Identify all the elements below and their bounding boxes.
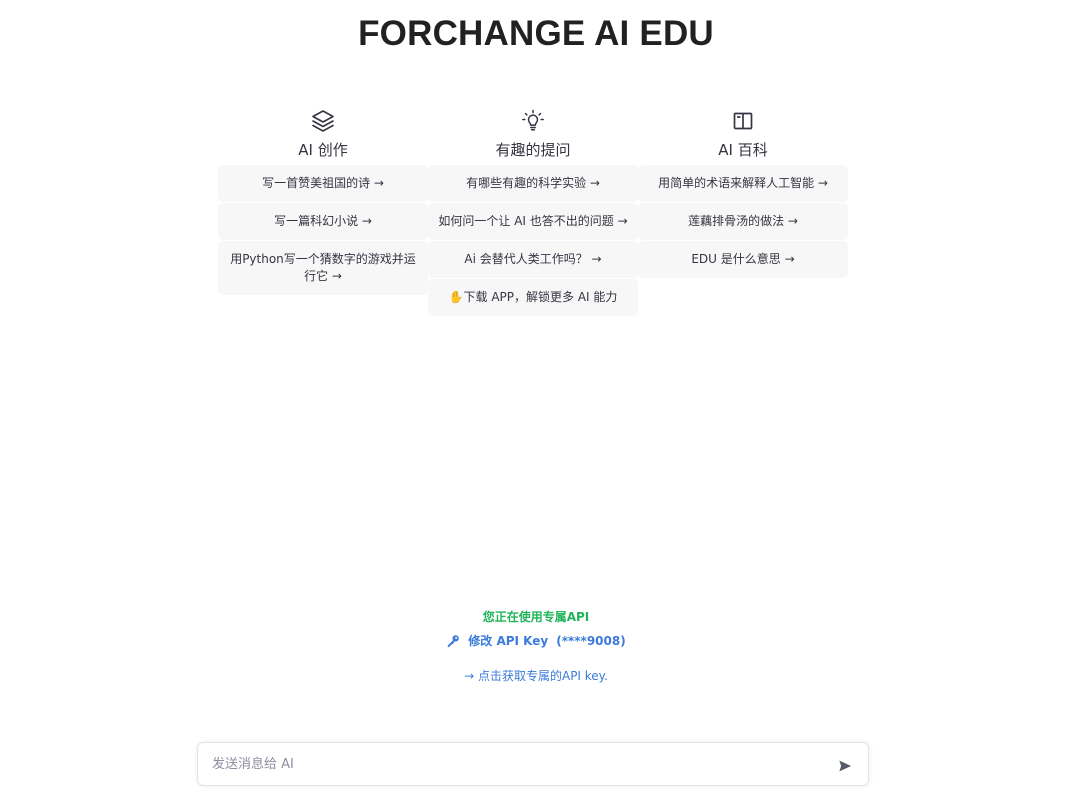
key-icon [446, 634, 460, 648]
send-icon [838, 759, 852, 773]
prompt-label: Ai 会替代人类工作吗？ → [464, 252, 602, 266]
message-composer [197, 742, 869, 786]
get-api-key-link[interactable]: → 点击获取专属的API key. [0, 667, 1072, 685]
column-ai-encyclopedia: AI 百科 用简单的术语来解释人工智能 → 莲藕排骨汤的做法 → EDU 是什么… [638, 108, 848, 317]
chat-page: FORCHANGE AI EDU AI 创作 写一首赞美祖国的诗 → 写一篇科幻… [0, 0, 1072, 809]
prompt-list: 写一首赞美祖国的诗 → 写一篇科幻小说 → 用Python写一个猜数字的游戏并运… [218, 165, 428, 296]
column-title: AI 创作 [298, 141, 348, 159]
prompt-card[interactable]: 有哪些有趣的科学实验 → [428, 165, 638, 202]
api-status-text: 您正在使用专属API [482, 610, 590, 624]
prompt-list: 用简单的术语来解释人工智能 → 莲藕排骨汤的做法 → EDU 是什么意思 → [638, 165, 848, 279]
prompt-label: ✋下载 APP，解锁更多 AI 能力 [448, 290, 618, 304]
message-input[interactable] [198, 744, 828, 784]
edit-api-key-label: 修改 API Key [468, 634, 549, 648]
prompt-label: 写一首赞美祖国的诗 → [262, 176, 384, 190]
download-app-card[interactable]: ✋下载 APP，解锁更多 AI 能力 [428, 279, 638, 316]
prompt-label: EDU 是什么意思 → [691, 252, 795, 266]
masked-api-key: (****9008) [556, 634, 626, 648]
prompt-card[interactable]: 如何问一个让 AI 也答不出的问题 → [428, 203, 638, 240]
prompt-label: 用Python写一个猜数字的游戏并运行它 → [230, 252, 416, 283]
prompt-label: 写一篇科幻小说 → [274, 214, 372, 228]
book-icon [730, 108, 756, 134]
page-title: FORCHANGE AI EDU [358, 14, 714, 53]
edit-api-key-button[interactable]: 修改 API Key (****9008) [446, 632, 626, 650]
prompt-card[interactable]: 写一首赞美祖国的诗 → [218, 165, 428, 202]
column-ai-creation: AI 创作 写一首赞美祖国的诗 → 写一篇科幻小说 → 用Python写一个猜数… [218, 108, 428, 317]
prompt-card[interactable]: 用简单的术语来解释人工智能 → [638, 165, 848, 202]
prompt-label: 莲藕排骨汤的做法 → [688, 214, 798, 228]
prompt-label: 用简单的术语来解释人工智能 → [658, 176, 828, 190]
send-button[interactable] [828, 749, 862, 783]
column-title: AI 百科 [718, 141, 768, 159]
prompt-card[interactable]: 写一篇科幻小说 → [218, 203, 428, 240]
prompt-card[interactable]: EDU 是什么意思 → [638, 241, 848, 278]
prompt-card[interactable]: 用Python写一个猜数字的游戏并运行它 → [218, 241, 428, 295]
prompt-label: 如何问一个让 AI 也答不出的问题 → [438, 214, 628, 228]
column-fun-questions: 有趣的提问 有哪些有趣的科学实验 → 如何问一个让 AI 也答不出的问题 → A… [428, 108, 638, 317]
api-status-panel: 您正在使用专属API 修改 API Key (****9008) → 点击获取专… [0, 608, 1072, 685]
layers-icon [310, 108, 336, 134]
prompt-label: 有哪些有趣的科学实验 → [466, 176, 600, 190]
prompt-columns: AI 创作 写一首赞美祖国的诗 → 写一篇科幻小说 → 用Python写一个猜数… [218, 108, 848, 317]
column-title: 有趣的提问 [495, 141, 571, 159]
prompt-list: 有哪些有趣的科学实验 → 如何问一个让 AI 也答不出的问题 → Ai 会替代人… [428, 165, 638, 317]
prompt-card[interactable]: 莲藕排骨汤的做法 → [638, 203, 848, 240]
prompt-card[interactable]: Ai 会替代人类工作吗？ → [428, 241, 638, 278]
lightbulb-icon [520, 108, 546, 134]
